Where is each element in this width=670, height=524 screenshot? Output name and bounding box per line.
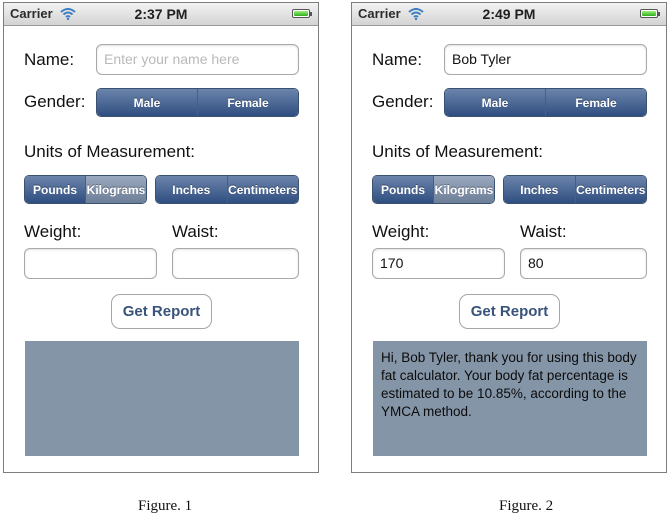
- units-label: Units of Measurement:: [24, 142, 196, 161]
- inches-segment[interactable]: Inches: [156, 176, 227, 203]
- get-report-button[interactable]: Get Report: [459, 294, 560, 329]
- length-units-segmented-control[interactable]: Inches Centimeters: [155, 175, 299, 204]
- weight-label: Weight:: [24, 222, 82, 241]
- battery-icon: [640, 9, 660, 18]
- result-panel: [25, 341, 299, 456]
- waist-label: Waist:: [520, 222, 567, 241]
- units-label: Units of Measurement:: [372, 142, 544, 161]
- gender-segmented-control[interactable]: Male Female: [96, 88, 299, 117]
- kilograms-segment[interactable]: Kilograms: [433, 176, 494, 203]
- weight-field[interactable]: [24, 248, 157, 279]
- length-units-segmented-control[interactable]: Inches Centimeters: [503, 175, 647, 204]
- status-time: 2:49 PM: [482, 6, 536, 22]
- result-panel: Hi, Bob Tyler, thank you for using this …: [373, 341, 647, 456]
- status-time: 2:37 PM: [134, 6, 188, 22]
- gender-female-segment[interactable]: Female: [545, 89, 646, 116]
- name-label: Name:: [24, 50, 75, 69]
- gender-label: Gender:: [24, 92, 86, 111]
- gender-male-segment[interactable]: Male: [97, 89, 197, 116]
- waist-field[interactable]: 80: [520, 248, 647, 279]
- name-field[interactable]: Bob Tyler: [444, 44, 647, 75]
- status-bar: Carrier 2:49 PM: [352, 3, 666, 26]
- phone-screen-1: Carrier 2:37 PM Name: Enter your name he…: [3, 2, 319, 473]
- pounds-segment[interactable]: Pounds: [373, 176, 433, 203]
- weight-units-segmented-control[interactable]: Pounds Kilograms: [24, 175, 147, 204]
- kilograms-segment[interactable]: Kilograms: [85, 176, 146, 203]
- weight-label: Weight:: [372, 222, 430, 241]
- weight-units-segmented-control[interactable]: Pounds Kilograms: [372, 175, 495, 204]
- gender-female-segment[interactable]: Female: [197, 89, 298, 116]
- name-field[interactable]: Enter your name here: [96, 44, 299, 75]
- gender-label: Gender:: [372, 92, 434, 111]
- gender-segmented-control[interactable]: Male Female: [444, 88, 647, 117]
- waist-label: Waist:: [172, 222, 219, 241]
- inches-segment[interactable]: Inches: [504, 176, 575, 203]
- waist-field[interactable]: [172, 248, 299, 279]
- pounds-segment[interactable]: Pounds: [25, 176, 85, 203]
- centimeters-segment[interactable]: Centimeters: [574, 176, 646, 203]
- battery-icon: [292, 9, 312, 18]
- status-bar: Carrier 2:37 PM: [4, 3, 318, 26]
- figure-caption-2: Figure. 2: [499, 498, 554, 514]
- centimeters-segment[interactable]: Centimeters: [226, 176, 298, 203]
- gender-male-segment[interactable]: Male: [445, 89, 545, 116]
- name-label: Name:: [372, 50, 423, 69]
- weight-field[interactable]: 170: [372, 248, 505, 279]
- phone-screen-2: Carrier 2:49 PM Name: Bob Tyler Gender: …: [351, 2, 667, 473]
- name-placeholder: Enter your name here: [104, 51, 240, 67]
- figure-caption-1: Figure. 1: [138, 498, 193, 514]
- get-report-button[interactable]: Get Report: [111, 294, 212, 329]
